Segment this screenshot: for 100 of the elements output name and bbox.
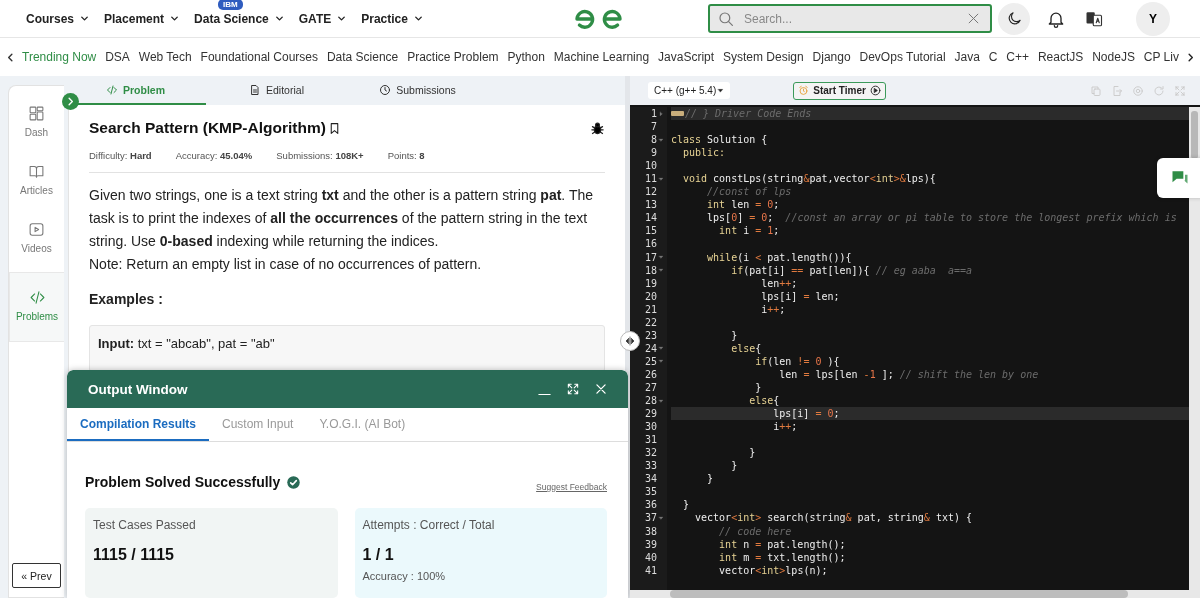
sidebar-item[interactable]: Dash <box>9 100 64 158</box>
line-number: 17 <box>644 251 657 263</box>
examples-heading: Examples : <box>89 290 164 309</box>
fold-arrow-icon[interactable] <box>658 175 665 182</box>
line-number: 25 <box>644 355 657 367</box>
chat-button[interactable] <box>1157 158 1200 198</box>
clock-icon <box>379 83 392 96</box>
trending-link[interactable]: C <box>988 50 998 64</box>
fold-arrow-icon[interactable] <box>658 110 665 117</box>
trending-link[interactable]: Machine Learning <box>553 50 650 64</box>
trending-link[interactable]: Web Tech <box>138 50 192 64</box>
chevron-down-icon <box>412 13 424 24</box>
code-line: int len = 0; <box>706 198 780 212</box>
line-number: 26 <box>644 368 657 380</box>
translate-icon <box>1085 9 1103 28</box>
trending-link[interactable]: NodeJS <box>1092 50 1135 64</box>
close-icon[interactable] <box>966 11 981 26</box>
resize-arrows-icon <box>624 335 636 347</box>
trending-link[interactable]: ReactJS <box>1037 50 1084 64</box>
prev-button[interactable]: « Prev <box>12 563 61 588</box>
alarm-icon <box>798 85 810 96</box>
code-line: lps[i] = len; <box>760 289 840 303</box>
code-line: // code here <box>718 524 792 538</box>
trending-link[interactable]: CP Liv <box>1143 50 1179 64</box>
code-line: lps[i] = 0; <box>772 407 840 421</box>
line-number: 20 <box>644 290 657 302</box>
play-icon <box>28 221 45 238</box>
line-number: 23 <box>644 329 657 341</box>
book-icon <box>28 163 45 180</box>
trending-label[interactable]: Trending Now <box>22 50 97 64</box>
feedback-link[interactable]: Suggest Feedback <box>536 482 607 492</box>
trending-link[interactable]: C++ <box>1006 50 1029 64</box>
search-field[interactable]: Search... <box>708 4 992 33</box>
code-line: len++; <box>760 276 798 290</box>
nav-menu[interactable]: Data Science <box>194 11 285 26</box>
code-line: while(i < pat.length()){ <box>706 250 852 264</box>
line-number: 35 <box>644 486 657 498</box>
fold-arrow-icon[interactable] <box>658 397 665 404</box>
trending-link[interactable]: Python <box>507 50 545 64</box>
line-number: 27 <box>644 382 657 393</box>
line-number: 10 <box>644 160 657 172</box>
dark-mode-button[interactable] <box>998 2 1030 35</box>
line-number: 36 <box>644 499 657 511</box>
line-number: 1 <box>650 108 657 119</box>
trending-link[interactable]: Data Science <box>326 50 399 64</box>
fold-arrow-icon[interactable] <box>658 136 665 143</box>
line-number: 21 <box>644 303 657 315</box>
code-line: else{ <box>748 394 780 408</box>
trending-link[interactable]: Practice Problem <box>407 50 499 64</box>
code-line: else{ <box>730 341 762 355</box>
line-number: 38 <box>644 525 657 537</box>
language-dropdown[interactable]: C++ (g++ 5.4) <box>648 82 731 99</box>
chevron-down-icon <box>273 13 285 24</box>
avatar[interactable]: Y <box>1136 1 1170 36</box>
tab[interactable]: Submissions <box>347 76 488 105</box>
trending-link[interactable]: Java <box>954 50 980 64</box>
line-number: 32 <box>644 447 657 459</box>
line-number: 37 <box>644 512 657 524</box>
nav-menu[interactable]: Practice <box>361 11 424 26</box>
code-icon <box>28 289 46 306</box>
trending-link[interactable]: DevOps Tutorial <box>859 50 946 64</box>
code-line: //const of lps <box>706 185 792 199</box>
nav-menu[interactable]: GATE <box>298 11 348 26</box>
nav-menu[interactable]: Courses <box>26 11 91 26</box>
problem-stat: Difficulty: Hard <box>89 150 152 161</box>
trending-link[interactable]: DSA <box>105 50 130 64</box>
trending-link[interactable]: Django <box>812 50 851 64</box>
play-icon <box>869 85 881 96</box>
close-icon[interactable] <box>594 382 608 397</box>
line-number: 7 <box>650 121 657 133</box>
trending-link[interactable]: System Design <box>723 50 804 64</box>
line-number: 15 <box>644 225 657 237</box>
expand-icon[interactable] <box>566 382 580 397</box>
chevron-down-icon <box>336 13 348 24</box>
code-line: int i = 1; <box>718 224 780 238</box>
code-line: } <box>754 381 762 394</box>
fold-arrow-icon[interactable] <box>658 514 665 521</box>
line-number: 19 <box>644 277 657 289</box>
line-number: 29 <box>644 408 657 420</box>
code-line: i++; <box>760 302 786 316</box>
sidebar-item[interactable]: Articles <box>9 158 64 216</box>
card-label: Test Cases Passed <box>93 518 197 532</box>
code-line: lps[0] = 0; //const an array or pi table to store the longest prefix which is <box>706 211 1177 225</box>
sidebar-item[interactable]: Videos <box>9 216 64 274</box>
start-timer-button[interactable]: Start Timer <box>793 81 886 100</box>
nav-menu[interactable]: Placement <box>104 11 181 26</box>
trending-link[interactable]: JavaScript <box>658 50 715 64</box>
sidebar-item[interactable]: Problems <box>9 272 64 342</box>
fold-marker-icon[interactable] <box>670 111 684 116</box>
code-line: int m = txt.length(); <box>718 550 846 564</box>
line-number: 22 <box>644 316 657 328</box>
tab[interactable]: Editorial <box>206 76 347 105</box>
problem-note: Note: Return an empty list in case of no occurrences of pattern. <box>89 255 483 274</box>
bug-icon[interactable] <box>590 120 605 136</box>
tab[interactable]: Compilation Results <box>67 408 209 441</box>
line-number: 11 <box>644 173 657 185</box>
trending-link[interactable]: Foundational Courses <box>200 50 318 64</box>
expand-button[interactable] <box>62 93 79 110</box>
card-label: Attempts : Correct / Total <box>362 518 496 532</box>
check-circle-icon <box>286 474 302 490</box>
